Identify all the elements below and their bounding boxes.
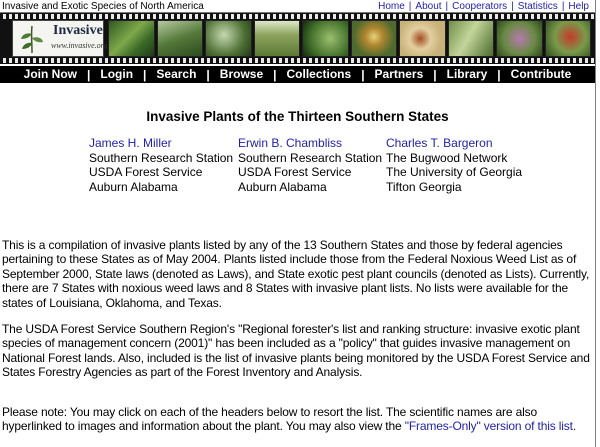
author-affiliation: Southern Research Station xyxy=(89,150,234,165)
plant-logo-icon xyxy=(21,25,43,54)
author-name[interactable]: Charles T. Bargeron xyxy=(386,136,522,151)
film-perforation-bottom xyxy=(0,58,595,63)
intro-paragraph: This is a compilation of invasive plants… xyxy=(2,238,590,310)
top-links: Home | About | Cooperators | Statistics | Help xyxy=(378,0,589,13)
author-location: Tifton Georgia xyxy=(386,179,462,194)
photo-forest xyxy=(156,20,203,57)
author-location: Auburn Alabama xyxy=(238,179,327,194)
author-bargeron: Charles T. Bargeron The Bugwood Network … xyxy=(386,136,522,194)
help-link[interactable]: Help xyxy=(568,1,589,12)
nav-contribute[interactable]: Contribute xyxy=(511,66,572,83)
photo-vine xyxy=(108,20,155,57)
author-affiliation: The Bugwood Network xyxy=(386,150,508,165)
author-chambliss: Erwin B. Chambliss Southern Research Sta… xyxy=(238,136,382,194)
author-agency: USDA Forest Service xyxy=(89,165,203,179)
photo-shrub xyxy=(302,20,349,57)
site-name: Invasive and Exotic Species of North Ame… xyxy=(2,1,204,12)
note-paragraph: Please note: You may click on each of th… xyxy=(2,405,594,434)
nav-separator: | xyxy=(361,67,365,82)
photo-canopy xyxy=(205,20,252,57)
photo-weed xyxy=(447,20,494,57)
author-agency: USDA Forest Service xyxy=(238,165,352,179)
top-bar: Invasive and Exotic Species of North Ame… xyxy=(0,0,595,13)
banner: Invasive www.invasive.org xyxy=(0,13,595,64)
nav-partners[interactable]: Partners xyxy=(375,66,424,83)
frames-only-link[interactable]: "Frames-Only" version of this list. xyxy=(405,419,576,433)
invasive-logo[interactable]: Invasive www.invasive.org xyxy=(12,20,108,57)
nav-separator: | xyxy=(143,67,147,82)
photo-strip xyxy=(108,20,591,57)
author-affiliation: Southern Research Station xyxy=(238,150,383,165)
film-perforation-top xyxy=(0,14,595,19)
nav-library[interactable]: Library xyxy=(447,66,488,83)
separator: | xyxy=(408,1,412,12)
nav-separator: | xyxy=(206,67,210,82)
logo-wordmark: Invasive xyxy=(53,23,103,38)
separator: | xyxy=(445,1,449,12)
nav-search[interactable]: Search xyxy=(156,66,196,83)
author-miller: James H. Miller Southern Research Statio… xyxy=(89,136,233,194)
photo-insect xyxy=(399,20,446,57)
author-name[interactable]: James H. Miller xyxy=(89,136,233,151)
main-nav: Join Now | Login | Search | Browse | Collect… xyxy=(0,64,595,83)
nav-collections[interactable]: Collections xyxy=(287,66,352,83)
separator: | xyxy=(561,1,565,12)
policy-paragraph: The USDA Forest Service Southern Region'… xyxy=(2,322,590,380)
page-title: Invasive Plants of the Thirteen Southern… xyxy=(146,109,449,124)
authors: James H. Miller Southern Research Statio… xyxy=(0,136,595,198)
nav-login[interactable]: Login xyxy=(100,66,133,83)
cooperators-link[interactable]: Cooperators xyxy=(452,1,507,12)
photo-red-plant xyxy=(544,20,591,57)
separator: | xyxy=(511,1,514,12)
photo-thistle xyxy=(496,20,543,57)
author-name[interactable]: Erwin B. Chambliss xyxy=(238,136,382,151)
author-agency: The University of Georgia xyxy=(386,165,523,179)
photo-grass xyxy=(253,20,300,57)
author-location: Auburn Alabama xyxy=(89,179,178,194)
page: Invasive and Exotic Species of North Ame… xyxy=(0,0,596,447)
nav-separator: | xyxy=(497,67,501,82)
about-link[interactable]: About xyxy=(415,1,441,12)
home-link[interactable]: Home xyxy=(378,1,405,12)
photo-flower xyxy=(350,20,397,57)
nav-join-now[interactable]: Join Now xyxy=(24,66,77,83)
statistics-link[interactable]: Statistics xyxy=(518,1,558,12)
nav-browse[interactable]: Browse xyxy=(220,66,263,83)
nav-separator: | xyxy=(433,67,437,82)
nav-separator: | xyxy=(273,67,277,82)
nav-separator: | xyxy=(87,67,91,82)
logo-url: www.invasive.org xyxy=(51,41,108,50)
